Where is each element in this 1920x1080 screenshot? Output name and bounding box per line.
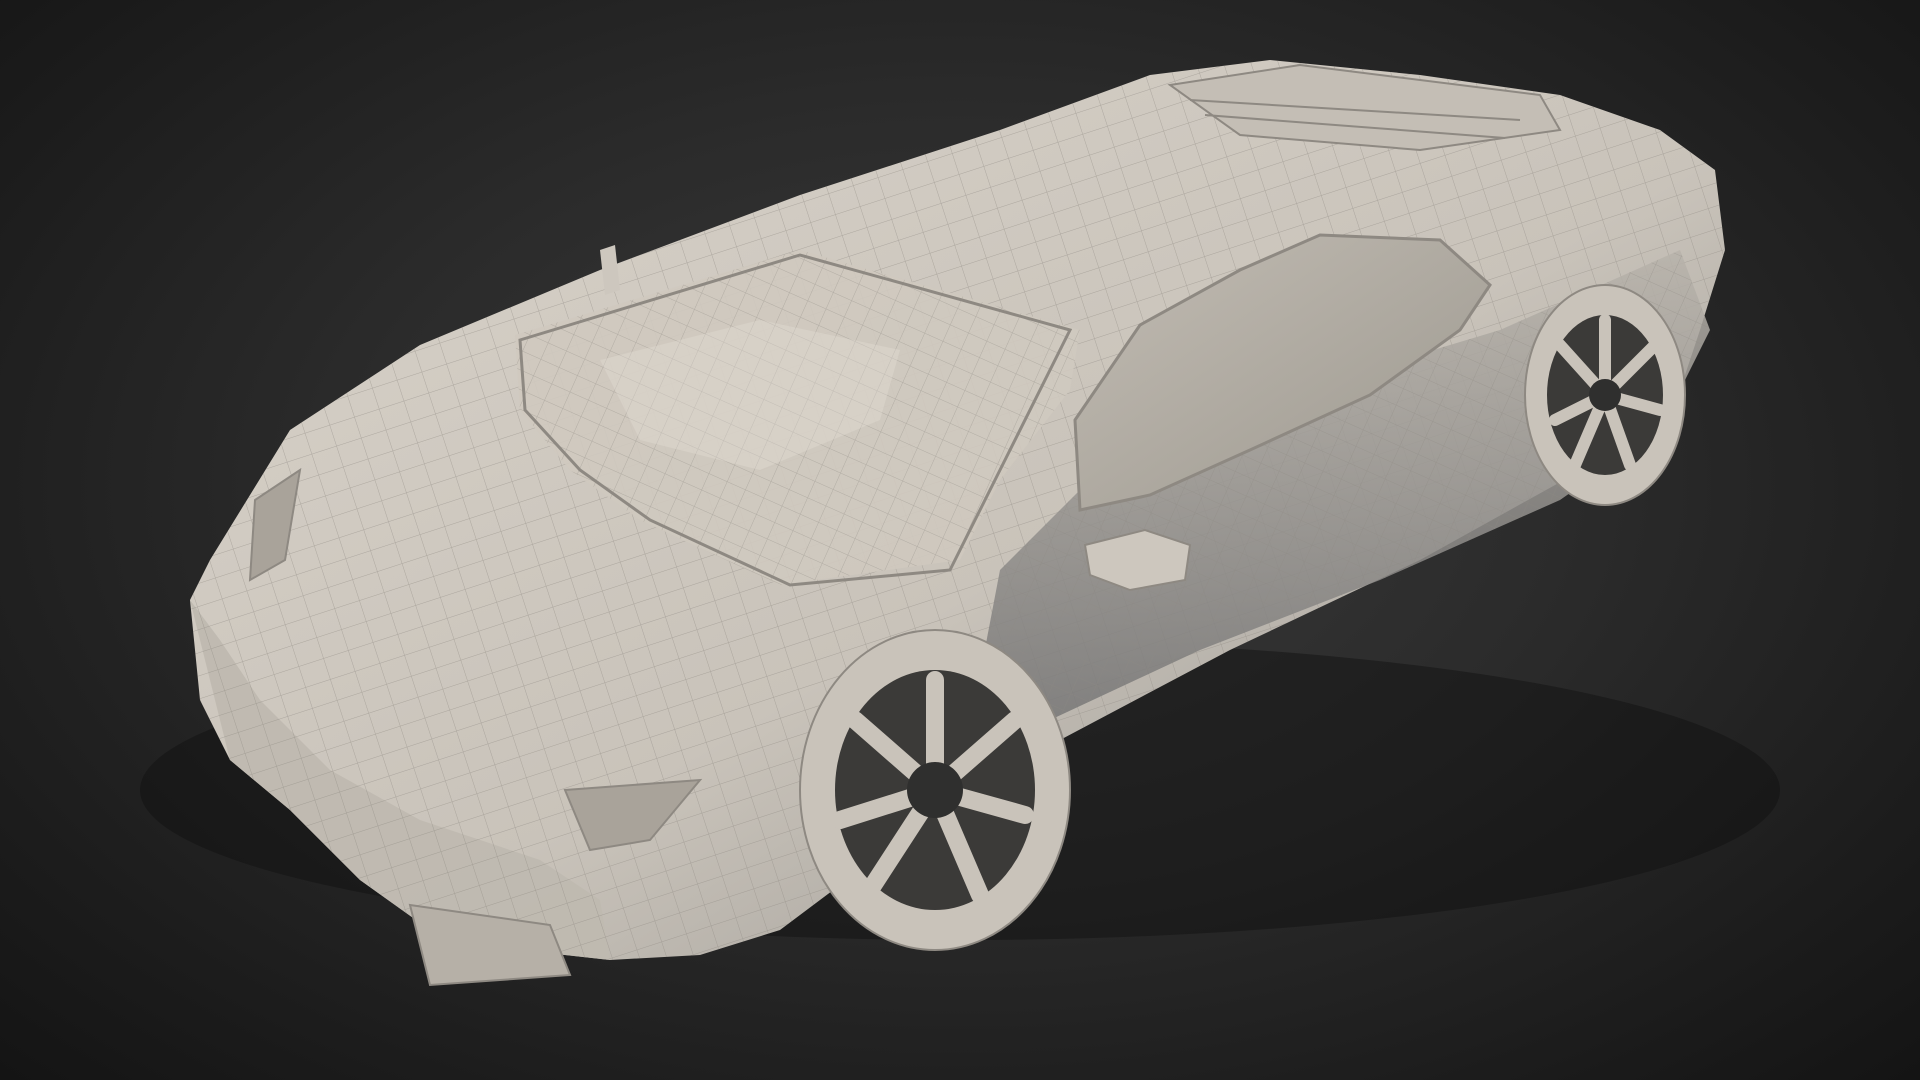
- 3d-viewport[interactable]: [0, 0, 1920, 1080]
- car-render: [140, 60, 1780, 987]
- front-wheel: [799, 629, 1071, 951]
- rear-wheel: [1524, 284, 1686, 506]
